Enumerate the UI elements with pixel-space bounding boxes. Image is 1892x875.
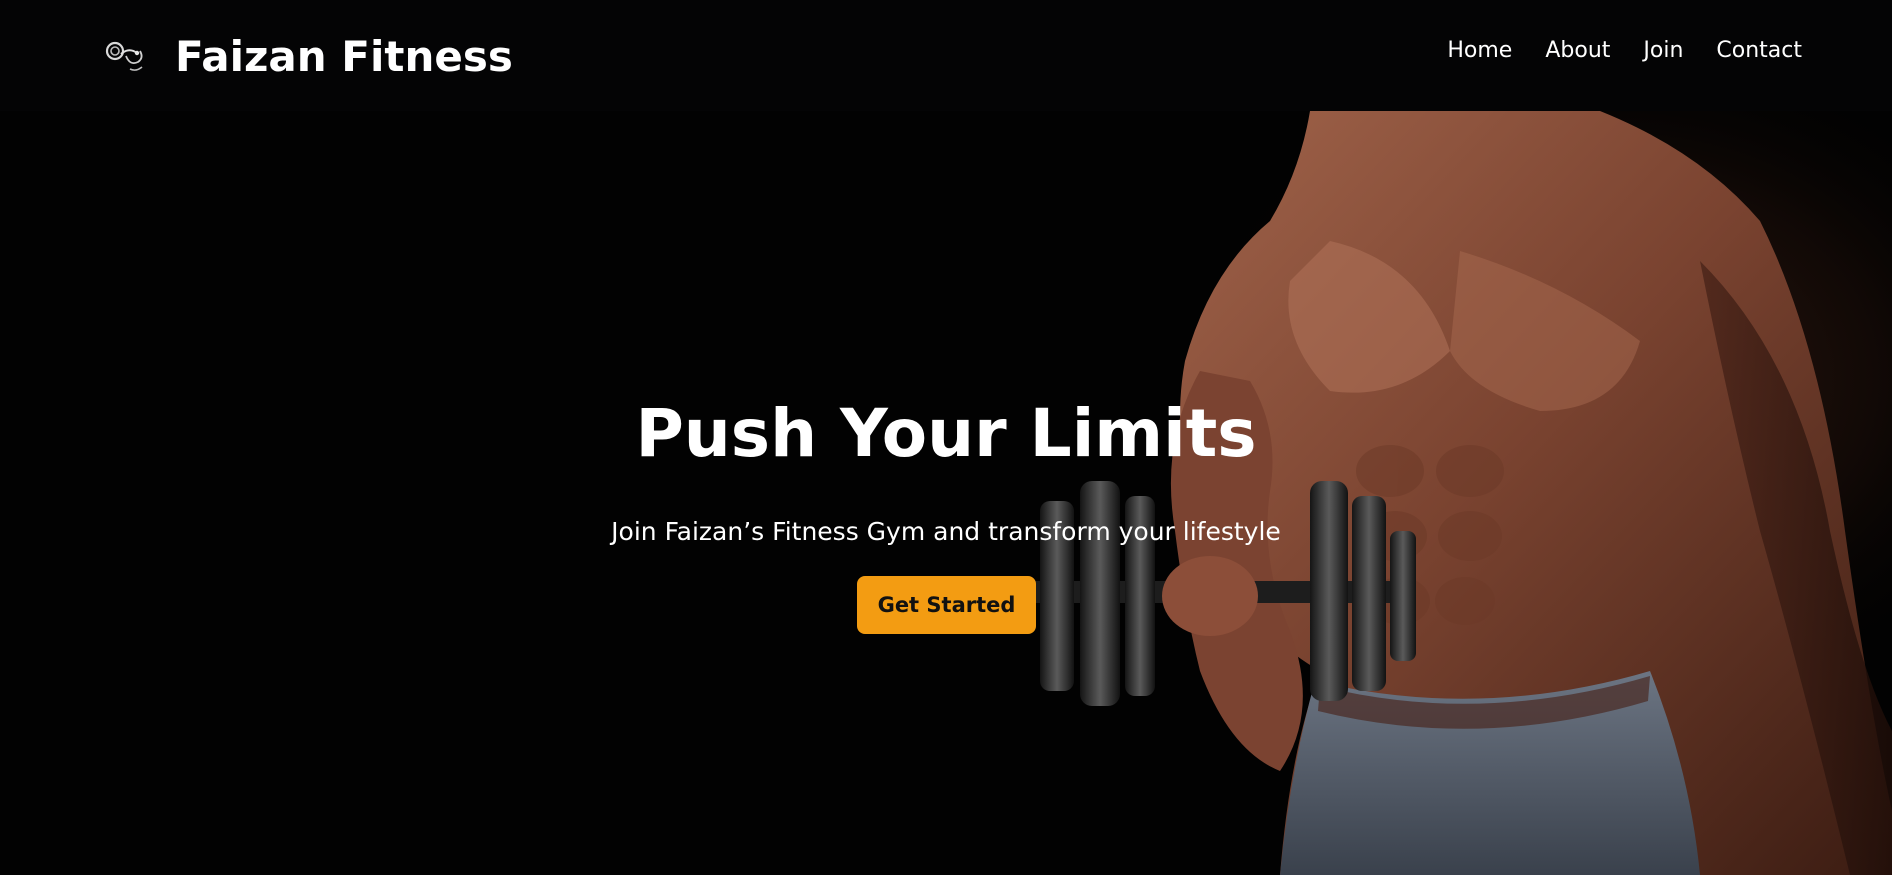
nav-link-contact[interactable]: Contact: [1716, 38, 1802, 63]
get-started-button[interactable]: Get Started: [857, 576, 1036, 634]
hero-section: Push Your Limits Join Faizan’s Fitness G…: [0, 111, 1892, 875]
navbar: Faizan Fitness Home About Join Contact: [0, 0, 1892, 111]
nav-link-home[interactable]: Home: [1447, 38, 1512, 63]
nav-menu: Home About Join Contact: [1447, 38, 1802, 63]
brand[interactable]: Faizan Fitness: [104, 30, 513, 82]
hero-title: Push Your Limits: [635, 395, 1257, 472]
landing-page: Faizan Fitness Home About Join Contact P…: [0, 0, 1892, 875]
nav-link-about[interactable]: About: [1545, 38, 1610, 63]
nav-link-join[interactable]: Join: [1643, 38, 1683, 63]
hero-content: Push Your Limits Join Faizan’s Fitness G…: [0, 111, 1892, 875]
dumbbell-logo-icon: [105, 41, 143, 71]
brand-name: Faizan Fitness: [175, 31, 513, 81]
hero-subtitle: Join Faizan’s Fitness Gym and transform …: [611, 517, 1281, 546]
